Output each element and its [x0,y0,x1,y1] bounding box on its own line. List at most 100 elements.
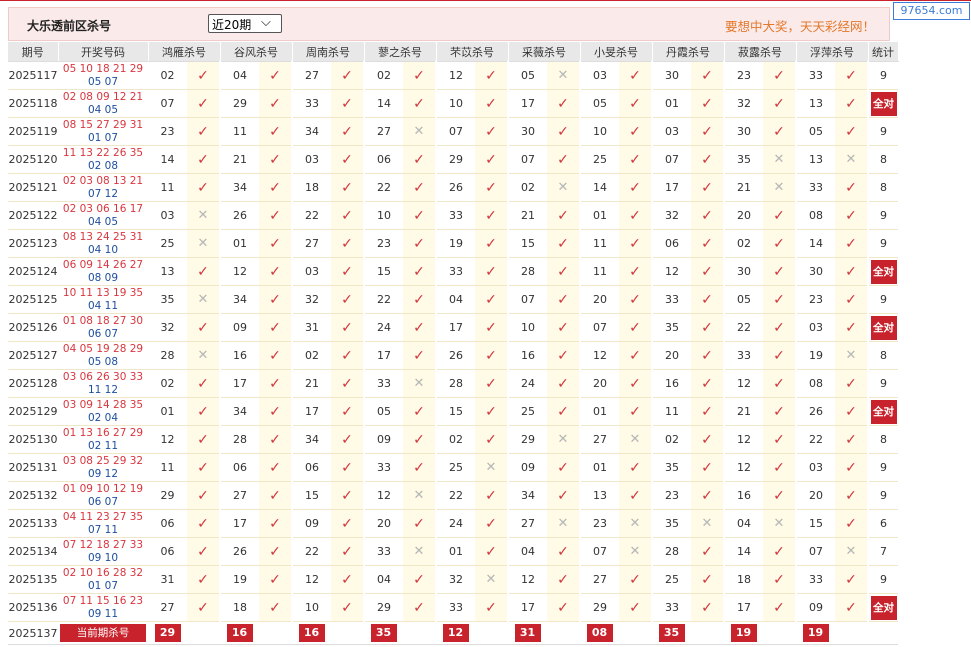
period-cell: 2025127 [8,341,58,370]
period-cell: 2025134 [8,537,58,566]
back-area-numbers: 04 10 [87,243,119,256]
empty-cell [403,621,436,645]
draw-numbers-cell: 03 09 14 28 35 02 04 [58,397,148,426]
column-header: 浮萍杀号 [796,42,869,62]
check-icon: ✓ [403,285,437,314]
check-icon: ✓ [691,313,725,342]
kill-number-cell: 33 [364,453,403,482]
kill-number-cell: 21 [724,173,763,202]
kill-number-cell: 16 [652,369,691,398]
period-cell: 2025123 [8,229,58,258]
kill-number-cell: 17 [724,593,763,622]
kill-number-cell: 11 [148,453,187,482]
chevron-down-icon: ⌵ [261,15,271,30]
check-icon: ✓ [475,145,509,174]
draw-numbers-cell: 02 03 08 13 21 07 12 [58,173,148,202]
period-cell: 2025132 [8,481,58,510]
check-icon: ✓ [835,397,869,426]
kill-number-cell: 12 [724,369,763,398]
empty-cell [763,621,796,645]
front-area-numbers: 04 11 23 27 35 [62,510,144,523]
draw-numbers-cell: 04 11 23 27 35 07 11 [58,509,148,538]
kill-number-cell: 04 [364,565,403,594]
all-correct-badge: 全对 [870,91,897,116]
stat-value: 6 [880,517,887,530]
cross-icon: ✕ [187,285,221,314]
table-row: 2025123 08 13 24 25 31 04 10 25 ✕ 01 ✓ 27 ✓ 23 ✓ 19… [8,229,898,258]
kill-number-cell: 07 [148,89,187,118]
check-icon: ✓ [331,257,365,286]
current-kill-cell: 29 [148,621,187,645]
current-kill-number: 16 [226,624,253,642]
back-area-numbers: 11 12 [87,383,119,396]
period-range-select[interactable]: 近20期 ⌵ [208,14,282,33]
check-icon: ✓ [835,61,869,90]
period-cell: 2025119 [8,117,58,146]
check-icon: ✓ [763,341,797,370]
stat-value: 8 [880,433,887,446]
check-icon: ✓ [259,117,293,146]
check-icon: ✓ [763,61,797,90]
cross-icon: ✕ [763,173,797,202]
column-header: 开奖号码 [58,42,149,62]
period-cell: 2025122 [8,201,58,230]
kill-number-cell: 28 [148,341,187,370]
check-icon: ✓ [547,397,581,426]
all-correct-badge: 全对 [870,595,897,620]
check-icon: ✓ [547,285,581,314]
stat-cell: 9 [868,117,898,146]
stat-cell: 9 [868,453,898,482]
page-title: 大乐透前区杀号 [27,19,112,33]
stat-cell: 8 [868,425,898,454]
kill-number-cell: 12 [508,565,547,594]
check-icon: ✓ [187,369,221,398]
back-area-numbers: 01 07 [87,131,119,144]
table-row: 2025120 11 13 22 26 35 02 08 14 ✓ 21 ✓ 03 ✓ 06 ✓ 29… [8,145,898,174]
check-icon: ✓ [187,565,221,594]
check-icon: ✓ [835,593,869,622]
draw-numbers-cell: 08 13 24 25 31 04 10 [58,229,148,258]
kill-number-cell: 20 [724,201,763,230]
check-icon: ✓ [547,257,581,286]
period-cell: 2025133 [8,509,58,538]
kill-number-cell: 19 [436,229,475,258]
kill-number-cell: 29 [148,481,187,510]
check-icon: ✓ [835,285,869,314]
kill-number-cell: 23 [652,481,691,510]
check-icon: ✓ [835,565,869,594]
check-icon: ✓ [475,61,509,90]
cross-icon: ✕ [763,509,797,538]
kill-number-cell: 17 [652,173,691,202]
check-icon: ✓ [547,117,581,146]
table-row: 2025130 01 13 16 27 29 02 11 12 ✓ 28 ✓ 34 ✓ 09 ✓ 02… [8,425,898,454]
kill-number-cell: 11 [580,257,619,286]
kill-number-cell: 26 [220,201,259,230]
kill-number-cell: 03 [796,453,835,482]
all-correct-badge: 全对 [870,259,897,284]
kill-number-cell: 26 [796,397,835,426]
kill-number-cell: 21 [724,397,763,426]
kill-number-cell: 33 [364,537,403,566]
kill-number-cell: 15 [364,257,403,286]
stat-value: 7 [880,545,887,558]
kill-number-cell: 04 [508,537,547,566]
kill-number-cell: 15 [436,397,475,426]
check-icon: ✓ [475,425,509,454]
check-icon: ✓ [763,537,797,566]
back-area-numbers: 04 11 [87,299,119,312]
kill-number-cell: 27 [580,425,619,454]
check-icon: ✓ [835,453,869,482]
check-icon: ✓ [259,145,293,174]
current-kill-number: 12 [442,624,469,642]
kill-number-cell: 17 [220,369,259,398]
table-row: 2025126 01 08 18 27 30 06 07 32 ✓ 09 ✓ 31 ✓ 24 ✓ 17… [8,313,898,342]
kill-number-cell: 01 [436,537,475,566]
cross-icon: ✕ [403,117,437,146]
draw-numbers-cell: 01 09 10 12 19 06 07 [58,481,148,510]
draw-numbers-cell: 06 09 14 26 27 08 09 [58,257,148,286]
back-area-numbers: 02 11 [87,439,119,452]
kill-number-cell: 12 [724,425,763,454]
check-icon: ✓ [259,285,293,314]
kill-number-cell: 01 [148,397,187,426]
period-cell: 2025120 [8,145,58,174]
